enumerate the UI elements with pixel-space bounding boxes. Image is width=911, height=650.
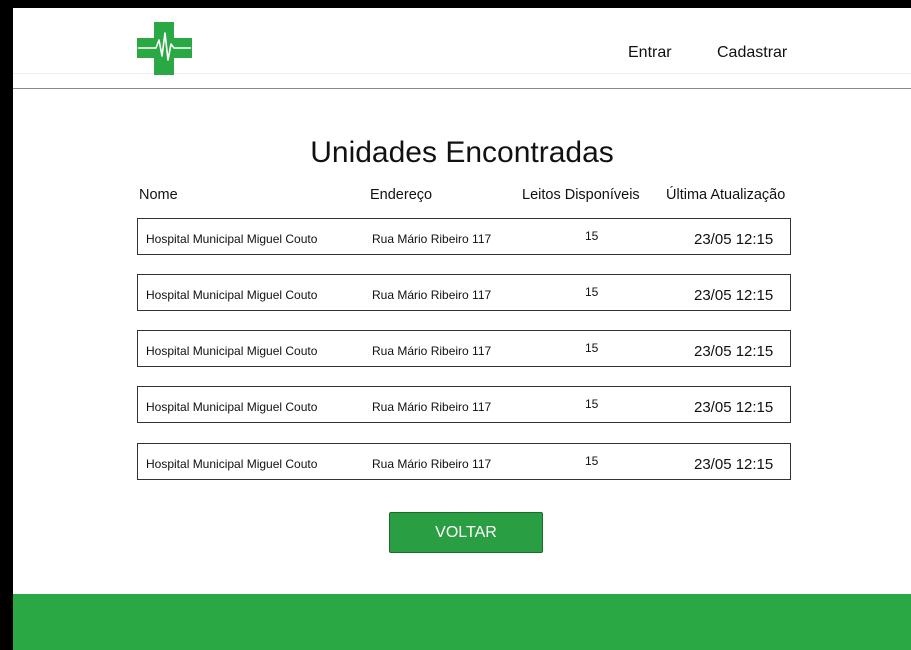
row-leitos: 15 (585, 341, 599, 355)
nav-signup-link[interactable]: Cadastrar (717, 44, 787, 62)
page-title: Unidades Encontradas (310, 136, 614, 169)
row-atualizacao: 23/05 12:15 (694, 399, 774, 416)
table-row[interactable]: Hospital Municipal Miguel Couto Rua Mári… (137, 218, 791, 255)
row-leitos: 15 (585, 229, 599, 243)
column-header-endereco: Endereço (370, 187, 433, 203)
back-button[interactable]: VOLTAR (389, 512, 543, 553)
nav-login-link[interactable]: Entrar (628, 44, 672, 62)
header-divider (13, 88, 911, 89)
window-frame-left (0, 0, 13, 650)
table-row[interactable]: Hospital Municipal Miguel Couto Rua Mári… (137, 443, 791, 480)
row-atualizacao: 23/05 12:15 (694, 287, 774, 304)
row-endereco: Rua Mário Ribeiro 117 (372, 344, 492, 358)
column-header-leitos: Leitos Disponíveis (522, 187, 640, 203)
table-row[interactable]: Hospital Municipal Miguel Couto Rua Mári… (137, 330, 791, 367)
table-row[interactable]: Hospital Municipal Miguel Couto Rua Mári… (137, 386, 791, 423)
row-nome: Hospital Municipal Miguel Couto (146, 232, 318, 246)
column-header-nome: Nome (139, 187, 178, 203)
column-header-atualizacao: Última Atualização (666, 187, 786, 203)
row-endereco: Rua Mário Ribeiro 117 (372, 288, 492, 302)
window-frame-top (0, 0, 911, 8)
medical-cross-pulse-icon[interactable] (137, 22, 192, 75)
row-leitos: 15 (585, 397, 599, 411)
row-endereco: Rua Mário Ribeiro 117 (372, 457, 492, 471)
row-nome: Hospital Municipal Miguel Couto (146, 344, 318, 358)
row-endereco: Rua Mário Ribeiro 117 (372, 400, 492, 414)
row-atualizacao: 23/05 12:15 (694, 456, 774, 473)
row-endereco: Rua Mário Ribeiro 117 (372, 232, 492, 246)
row-atualizacao: 23/05 12:15 (694, 343, 774, 360)
row-nome: Hospital Municipal Miguel Couto (146, 400, 318, 414)
table-row[interactable]: Hospital Municipal Miguel Couto Rua Mári… (137, 274, 791, 311)
row-nome: Hospital Municipal Miguel Couto (146, 288, 318, 302)
row-leitos: 15 (585, 285, 599, 299)
row-nome: Hospital Municipal Miguel Couto (146, 457, 318, 471)
row-atualizacao: 23/05 12:15 (694, 231, 774, 248)
site-footer (13, 594, 911, 650)
row-leitos: 15 (585, 454, 599, 468)
